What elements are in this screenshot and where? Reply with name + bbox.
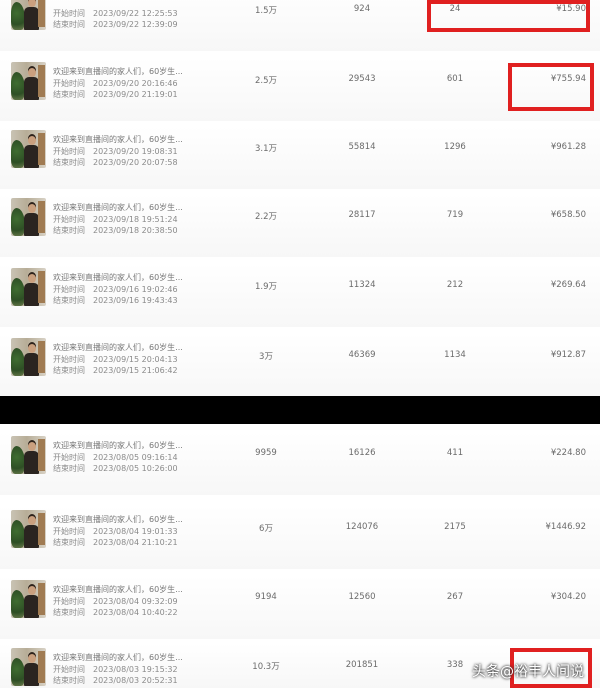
live-session-row[interactable]: 欢迎来到直播间的家人们，60岁生... 开始时间 2023/09/16 19:02… [0,264,600,327]
session-start-time: 开始时间 2023/08/04 09:32:09 [53,597,178,606]
session-thumbnail [11,436,46,474]
session-start-time: 开始时间 2023/09/16 19:02:46 [53,285,178,294]
session-title: 欢迎来到直播间的家人们，60岁生... [53,653,183,662]
live-session-row[interactable]: 欢迎来到直播间的家人们，60岁生... 开始时间 2023/09/18 19:51… [0,194,600,257]
session-thumbnail [11,62,46,100]
count-value: 16126 [348,448,376,458]
session-start-time: 开始时间 2023/09/22 12:25:53 [53,9,178,18]
live-session-row[interactable]: 欢迎来到直播间的家人们，60岁生... 开始时间 2023/08/04 09:32… [0,576,600,639]
session-start-time: 开始时间 2023/08/04 19:01:33 [53,527,178,536]
amount-value: ¥658.50 [550,210,586,220]
orders-value: 601 [446,74,464,84]
session-thumbnail [11,268,46,306]
orders-value: 1134 [444,350,466,360]
viewers-value: 9959 [255,448,277,458]
highlight-box-amount [508,63,594,111]
viewers-value: 9194 [255,592,277,602]
highlight-box-orders [427,0,590,32]
count-value: 28117 [348,210,376,220]
session-thumbnail [11,580,46,618]
black-divider-band [0,396,600,424]
session-end-time: 结束时间 2023/08/04 21:10:21 [53,538,178,547]
session-thumbnail [11,0,46,30]
session-end-time: 结束时间 2023/09/20 20:07:58 [53,158,178,167]
session-end-time: 结束时间 2023/09/15 21:06:42 [53,366,178,375]
orders-value: 719 [446,210,464,220]
viewers-value: 2.5万 [254,76,278,86]
session-title: 欢迎来到直播间的家人们，60岁生... [53,585,183,594]
count-value: 29543 [348,74,376,84]
count-value: 124076 [345,522,379,532]
amount-value: ¥912.87 [550,350,586,360]
viewers-value: 2.2万 [254,212,278,222]
session-end-time: 结束时间 2023/09/20 21:19:01 [53,90,178,99]
session-title: 欢迎来到直播间的家人们，60岁生... [53,135,183,144]
session-end-time: 结束时间 2023/08/03 20:52:31 [53,676,178,685]
orders-value: 212 [446,280,464,290]
count-value: 201851 [345,660,379,670]
count-value: 924 [353,4,371,14]
session-end-time: 结束时间 2023/09/18 20:38:50 [53,226,178,235]
session-start-time: 开始时间 2023/08/05 09:16:14 [53,453,178,462]
session-thumbnail [11,338,46,376]
session-title: 欢迎来到直播间的家人们，60岁生... [53,273,183,282]
orders-value: 1296 [444,142,466,152]
session-thumbnail [11,130,46,168]
session-title: 欢迎来到直播间的家人们，60岁生... [53,203,183,212]
count-value: 46369 [348,350,376,360]
live-session-row[interactable]: 欢迎来到直播间的家人们，60岁生... 开始时间 2023/09/20 19:08… [0,126,600,189]
orders-value: 411 [446,448,464,458]
watermark: 头条@裕丰人间说 [472,664,584,680]
viewers-value: 10.3万 [252,662,280,672]
amount-value: ¥224.80 [550,448,586,458]
session-end-time: 结束时间 2023/09/22 12:39:09 [53,20,178,29]
session-title: 欢迎来到直播间的家人们，60岁生... [53,515,183,524]
viewers-value: 6万 [259,524,273,534]
session-end-time: 结束时间 2023/09/16 19:43:43 [53,296,178,305]
amount-value: ¥1446.92 [545,522,586,532]
viewers-value: 3.1万 [254,144,278,154]
session-start-time: 开始时间 2023/08/03 19:15:32 [53,665,178,674]
session-title: 欢迎来到直播间的家人们，60岁生... [53,441,183,450]
session-end-time: 结束时间 2023/08/04 10:40:22 [53,608,178,617]
session-end-time: 结束时间 2023/08/05 10:26:00 [53,464,178,473]
amount-value: ¥961.28 [550,142,586,152]
viewers-value: 1.9万 [254,282,278,292]
viewers-value: 3万 [259,352,273,362]
amount-value: ¥269.64 [550,280,586,290]
session-start-time: 开始时间 2023/09/18 19:51:24 [53,215,178,224]
session-title: 欢迎来到直播间的家人们，60岁生... [53,67,183,76]
session-start-time: 开始时间 2023/09/20 20:16:46 [53,79,178,88]
live-session-row[interactable]: 欢迎来到直播间的家人们，60岁生... 开始时间 2023/08/04 19:01… [0,506,600,569]
orders-value: 267 [446,592,464,602]
live-session-row[interactable]: 欢迎来到直播间的家人们，60岁生... 开始时间 2023/08/05 09:16… [0,432,600,495]
count-value: 55814 [348,142,376,152]
count-value: 12560 [348,592,376,602]
amount-value: ¥304.20 [550,592,586,602]
session-thumbnail [11,198,46,236]
session-thumbnail [11,510,46,548]
live-session-row[interactable]: 欢迎来到直播间的家人们，60岁生... 开始时间 2023/09/15 20:04… [0,334,600,397]
session-thumbnail [11,648,46,686]
session-title: 欢迎来到直播间的家人们，60岁生... [53,343,183,352]
viewers-value: 1.5万 [254,6,278,16]
count-value: 11324 [348,280,376,290]
orders-value: 2175 [444,522,466,532]
session-start-time: 开始时间 2023/09/15 20:04:13 [53,355,178,364]
session-start-time: 开始时间 2023/09/20 19:08:31 [53,147,178,156]
